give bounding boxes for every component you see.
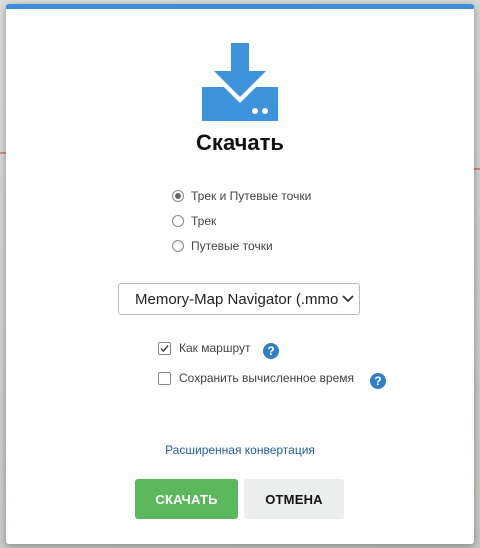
download-icon <box>202 43 278 121</box>
radio-label: Трек и Путевые точки <box>191 188 312 203</box>
save-time-checkbox[interactable] <box>158 371 171 385</box>
format-select[interactable]: Memory-Map Navigator (.mmo) <box>118 283 360 315</box>
advanced-conversion-link[interactable]: Расширенная конвертация <box>6 443 474 457</box>
dialog-title: Скачать <box>196 130 284 155</box>
chevron-down-icon <box>339 290 357 308</box>
save-time-option: Сохранить вычисленное время <box>158 371 354 385</box>
save-time-label: Сохранить вычисленное время <box>179 371 355 385</box>
radio-track[interactable]: Трек <box>172 208 311 233</box>
radio-button[interactable] <box>172 239 184 252</box>
as-route-label: Как маршрут <box>179 341 251 355</box>
as-route-checkbox[interactable] <box>158 341 171 355</box>
radio-button[interactable] <box>172 214 184 227</box>
radio-waypoints[interactable]: Путевые точки <box>172 233 311 258</box>
radio-button[interactable] <box>172 189 184 202</box>
map-track-line <box>474 168 480 170</box>
checkmark-icon <box>160 344 169 352</box>
as-route-help-icon[interactable]: ? <box>263 343 279 359</box>
format-select-value: Memory-Map Navigator (.mmo) <box>135 290 339 308</box>
radio-track-and-waypoints[interactable]: Трек и Путевые точки <box>172 183 311 208</box>
download-dialog: Скачать Трек и Путевые точки Трек Путевы… <box>6 4 474 544</box>
format-radio-group: Трек и Путевые точки Трек Путевые точки <box>172 183 311 258</box>
download-button[interactable]: СКАЧАТЬ <box>135 479 238 519</box>
save-time-help-icon[interactable]: ? <box>370 373 386 389</box>
as-route-option: Как маршрут <box>158 341 251 355</box>
radio-label: Путевые точки <box>191 238 273 253</box>
radio-label: Трек <box>191 213 217 228</box>
cancel-button[interactable]: ОТМЕНА <box>244 479 344 519</box>
